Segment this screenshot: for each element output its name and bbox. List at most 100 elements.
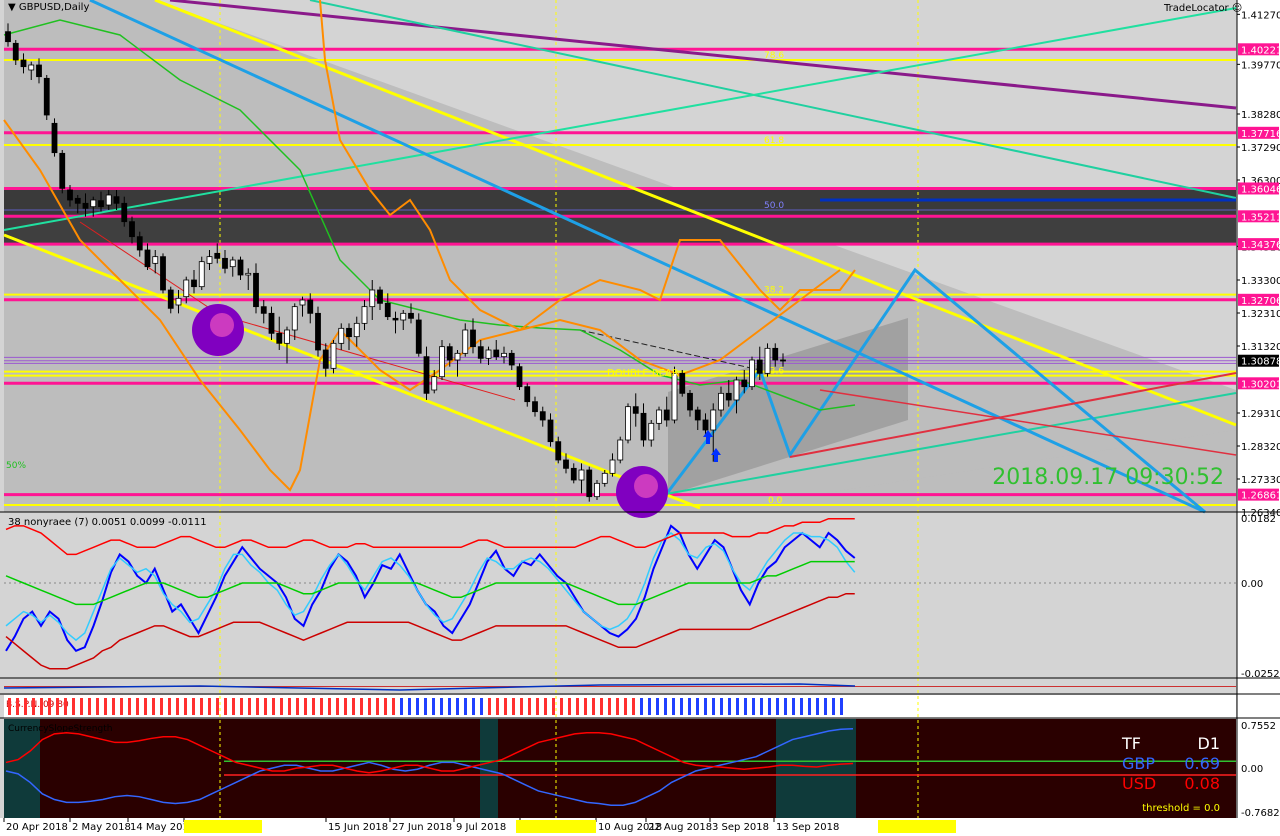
candle-body — [36, 64, 42, 78]
candle-body — [516, 366, 523, 388]
histogram-bar — [440, 698, 443, 715]
histogram-bar — [184, 698, 187, 715]
fib-label-2: 50.0 — [764, 201, 784, 211]
histogram-bar — [712, 698, 715, 715]
histogram-bar — [728, 698, 731, 715]
histogram-bar — [32, 698, 35, 715]
histogram-bar — [128, 698, 131, 715]
candle-body — [183, 279, 190, 298]
candle-body — [28, 64, 35, 71]
candle-body — [121, 202, 128, 223]
css-tick-label: -0.7682 — [1241, 808, 1280, 819]
candle-body — [439, 346, 445, 378]
price-tick-label: 1.32310 — [1241, 309, 1280, 320]
histogram-bar — [208, 698, 211, 715]
fib-label-1: 61.8 — [764, 136, 784, 146]
candle-body — [485, 349, 492, 359]
candle-body — [570, 467, 577, 481]
histogram-bar — [80, 698, 83, 715]
histogram-bar — [240, 698, 243, 715]
histogram-bar — [544, 698, 547, 715]
histogram-bar — [512, 698, 515, 715]
histogram-bar — [384, 698, 387, 715]
candle-body — [5, 31, 11, 43]
histogram-bar — [752, 698, 755, 715]
price-tick-label: 1.31320 — [1241, 342, 1280, 353]
price-tick-label: 1.33300 — [1241, 276, 1280, 287]
histogram-bar — [576, 698, 579, 715]
price-label-text: 1.30201 — [1241, 379, 1280, 390]
histogram-bar — [560, 698, 563, 715]
histogram-bar — [736, 698, 739, 715]
time-tick-label: 9 Jul 2018 — [456, 822, 506, 833]
time-tick-label: 15 Jun 2018 — [328, 822, 388, 833]
histogram-bar — [808, 698, 811, 715]
histogram-bar — [272, 698, 275, 715]
candle-body — [400, 312, 407, 321]
candle-body — [222, 257, 228, 269]
candle-body — [493, 349, 500, 358]
histogram-bar — [760, 698, 763, 715]
histogram-bar — [528, 698, 531, 715]
candle-body — [718, 392, 724, 411]
candle-body — [82, 202, 89, 209]
price-tick-label: 1.27330 — [1241, 475, 1280, 486]
histogram-bar — [568, 698, 571, 715]
histogram-bar — [40, 698, 43, 715]
candle-body — [315, 312, 321, 351]
candle-body — [377, 289, 383, 304]
histogram-bar — [784, 698, 787, 715]
histogram-bar — [176, 698, 179, 715]
time-tick-label: 13 Sep 2018 — [776, 822, 839, 833]
candle-body — [237, 259, 244, 276]
histogram-bar — [464, 698, 467, 715]
histogram-bar — [320, 698, 323, 715]
histogram-bar — [664, 698, 667, 715]
histogram-bar — [672, 698, 675, 715]
candle-body — [136, 236, 143, 251]
price-label-text: 1.32706 — [1241, 296, 1280, 307]
candle-body — [20, 59, 27, 68]
candle-body — [501, 352, 507, 358]
candle-body — [648, 422, 655, 441]
candle-body — [462, 329, 469, 354]
histogram-bar — [232, 698, 235, 715]
histogram-bar — [800, 698, 803, 715]
candle-body — [733, 379, 740, 401]
fib-label-3: 38.2 — [764, 286, 784, 296]
time-highlight-0 — [184, 820, 262, 833]
candle-body — [772, 347, 779, 361]
price-label-text: 1.30878 — [1241, 357, 1280, 368]
price-tick-label: 1.28320 — [1241, 442, 1280, 453]
dropdown-icon[interactable]: ▼ — [8, 2, 16, 13]
candle-body — [291, 306, 298, 331]
css-legend-label: USD — [1122, 774, 1156, 793]
histogram-bar — [328, 698, 331, 715]
candle-body — [353, 322, 360, 338]
candle-body — [594, 482, 600, 498]
candle-body — [74, 197, 81, 204]
candle-body — [431, 376, 438, 391]
candle-body — [532, 401, 538, 413]
histogram-bar — [352, 698, 355, 715]
histogram-bar — [360, 698, 363, 715]
histogram-bar — [680, 698, 683, 715]
candle-body — [547, 419, 554, 443]
smiley-icon: ☺ — [1231, 3, 1243, 14]
histogram-bar — [248, 698, 251, 715]
candle-body — [175, 297, 182, 306]
histogram-bar — [296, 698, 299, 715]
candle-body — [632, 406, 639, 414]
candle-body — [191, 279, 197, 288]
histogram-bar — [72, 698, 75, 715]
histogram-bar — [256, 698, 259, 715]
candle-body — [43, 77, 50, 116]
price-label-text: 1.37716 — [1241, 129, 1280, 140]
histogram-bar — [104, 698, 107, 715]
candle-body — [454, 352, 461, 361]
candle-body — [144, 249, 151, 268]
histogram-bar — [824, 698, 827, 715]
candle-body — [260, 306, 267, 314]
annotation-double-bear: DOUBLE BEAR — [607, 368, 679, 379]
histogram-bar — [504, 698, 507, 715]
